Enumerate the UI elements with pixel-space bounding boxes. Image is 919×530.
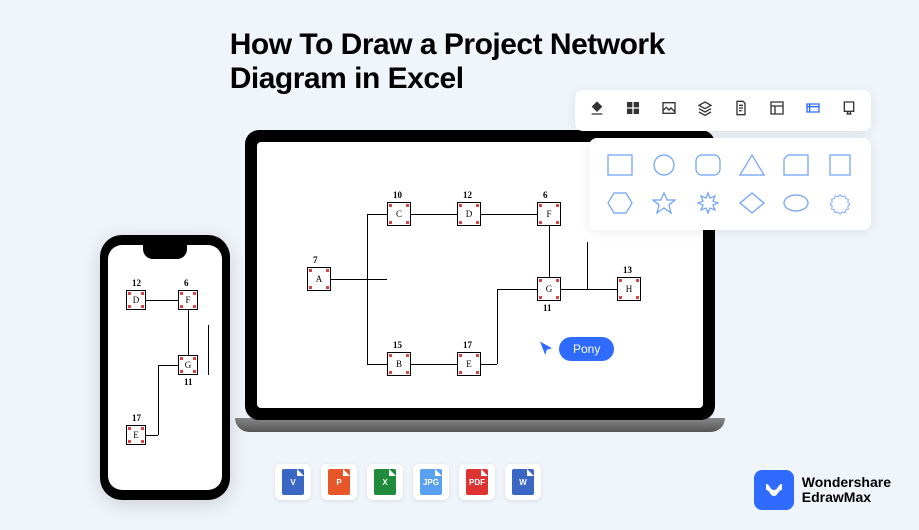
- cursor-icon: [537, 340, 555, 358]
- file-visio-icon[interactable]: V: [275, 464, 311, 500]
- laptop-base: [235, 418, 725, 432]
- node-label: 6: [543, 190, 548, 200]
- brand-line1: Wondershare: [802, 475, 891, 490]
- brand-logo-icon: [754, 470, 794, 510]
- node-label: 7: [313, 255, 318, 265]
- shape-ellipse[interactable]: [782, 191, 810, 215]
- node-label: 12: [132, 278, 141, 288]
- diagram-node-E[interactable]: E: [457, 352, 481, 376]
- file-powerpoint-icon[interactable]: P: [321, 464, 357, 500]
- diagram-node-E[interactable]: E: [126, 425, 146, 445]
- brand-line2: EdrawMax: [802, 490, 891, 505]
- diagram-node-H[interactable]: H: [617, 277, 641, 301]
- shape-diamond[interactable]: [738, 191, 766, 215]
- diagram-node-B[interactable]: B: [387, 352, 411, 376]
- brand-text: Wondershare EdrawMax: [802, 475, 891, 506]
- diagram-node-F[interactable]: F: [537, 202, 561, 226]
- node-label: 11: [543, 303, 552, 313]
- document-icon[interactable]: [733, 100, 749, 121]
- shape-hexagon[interactable]: [606, 191, 634, 215]
- diagram-node-D[interactable]: D: [126, 290, 146, 310]
- diagram-node-C[interactable]: C: [387, 202, 411, 226]
- file-excel-icon[interactable]: X: [367, 464, 403, 500]
- phone-mockup: D 12 F 6 G 11 E 17: [100, 235, 230, 500]
- collab-cursor: Pony: [537, 337, 614, 361]
- node-label: 11: [184, 377, 193, 387]
- phone-notch: [143, 245, 187, 259]
- page-title: How To Draw a Project Network Diagram in…: [230, 28, 690, 96]
- node-label: 17: [132, 413, 141, 423]
- phone-canvas[interactable]: D 12 F 6 G 11 E 17: [108, 245, 222, 490]
- image-icon[interactable]: [661, 100, 677, 121]
- node-label: 10: [393, 190, 402, 200]
- node-label: 15: [393, 340, 402, 350]
- shape-star[interactable]: [650, 191, 678, 215]
- shape-square[interactable]: [826, 153, 854, 177]
- node-label: 12: [463, 190, 472, 200]
- diagram-node-A[interactable]: A: [307, 267, 331, 291]
- diagram-node-D[interactable]: D: [457, 202, 481, 226]
- shape-card[interactable]: [782, 153, 810, 177]
- brand: Wondershare EdrawMax: [754, 470, 891, 510]
- shape-rounded-rect[interactable]: [694, 153, 722, 177]
- fill-icon[interactable]: [589, 100, 605, 121]
- file-jpg-icon[interactable]: JPG: [413, 464, 449, 500]
- shape-rectangle[interactable]: [606, 153, 634, 177]
- diagram-node-G[interactable]: G: [178, 355, 198, 375]
- file-word-icon[interactable]: W: [505, 464, 541, 500]
- node-label: 13: [623, 265, 632, 275]
- shape-triangle[interactable]: [738, 153, 766, 177]
- diagram-node-G[interactable]: G: [537, 277, 561, 301]
- export-formats: VPX JPG PDF W: [275, 464, 541, 500]
- shapes-icon[interactable]: [805, 100, 821, 121]
- grid-icon[interactable]: [625, 100, 641, 121]
- frame-icon[interactable]: [841, 100, 857, 121]
- shape-burst[interactable]: [694, 191, 722, 215]
- shape-seal[interactable]: [826, 191, 854, 215]
- shape-panel: [589, 138, 871, 230]
- cursor-label: Pony: [559, 337, 614, 361]
- layers-icon[interactable]: [697, 100, 713, 121]
- node-label: 17: [463, 340, 472, 350]
- layout-icon[interactable]: [769, 100, 785, 121]
- toolbar: [575, 90, 871, 131]
- node-label: 6: [184, 278, 189, 288]
- shape-circle[interactable]: [650, 153, 678, 177]
- file-pdf-icon[interactable]: PDF: [459, 464, 495, 500]
- diagram-node-F[interactable]: F: [178, 290, 198, 310]
